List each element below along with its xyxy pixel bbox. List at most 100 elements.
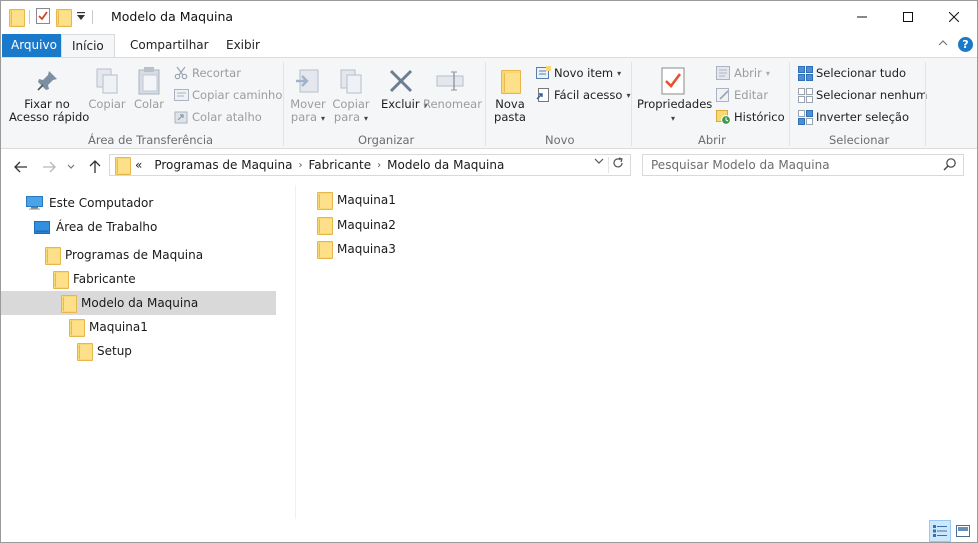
tree-item-maquina1[interactable]: Maquina1 [1, 315, 276, 339]
tab-compartilhar[interactable]: Compartilhar [120, 34, 219, 57]
file-list: Maquina1 Maquina2 Maquina3 [297, 185, 977, 519]
explorer-window: Modelo da Maquina Arquivo Início Compart… [0, 0, 978, 543]
select-all-button[interactable]: Selecionar tudo [797, 63, 906, 83]
history-label: Histórico [734, 110, 785, 124]
cut-button[interactable]: Recortar [173, 63, 241, 83]
folder-icon [9, 9, 25, 27]
move-to-icon [289, 64, 327, 98]
group-divider [283, 62, 284, 146]
maximize-button[interactable] [885, 1, 931, 33]
copy-button[interactable]: Copiar [87, 64, 127, 111]
easy-access-button[interactable]: Fácil acesso ▾ [535, 85, 630, 105]
folder-icon [317, 217, 333, 235]
collapse-ribbon-icon[interactable] [938, 37, 948, 50]
invert-selection-icon [797, 109, 813, 125]
tree-item-fabricante[interactable]: Fabricante [1, 267, 276, 291]
move-to-button[interactable]: Mover para ▾ [289, 64, 327, 125]
tree-item-label: Modelo da Maquina [81, 296, 199, 310]
tree-item-este-computador[interactable]: Este Computador [1, 191, 276, 215]
new-item-label: Novo item [554, 66, 614, 80]
folder-icon [77, 343, 93, 361]
ribbon-home: Fixar no Acesso rápido Copiar Colar Reco… [1, 57, 977, 149]
address-bar[interactable]: « Programas de Maquina › Fabricante › Mo… [109, 154, 631, 176]
tree-item-modelo-da-maquina[interactable]: Modelo da Maquina [1, 291, 276, 315]
folder-icon [61, 295, 77, 313]
file-name: Maquina2 [337, 218, 396, 232]
history-icon [715, 109, 731, 125]
tab-exibir[interactable]: Exibir [216, 34, 270, 57]
open-button[interactable]: Abrir ▾ [715, 63, 770, 83]
toolbar-divider [29, 10, 30, 24]
paste-shortcut-button[interactable]: Colar atalho [173, 107, 262, 127]
select-none-button[interactable]: Selecionar nenhum [797, 85, 927, 105]
group-divider [789, 62, 790, 146]
breadcrumb-chevron-icon[interactable]: › [377, 160, 381, 171]
paste-icon [131, 64, 167, 98]
address-dropdown-icon[interactable] [594, 157, 604, 168]
refresh-icon[interactable] [608, 157, 626, 173]
customize-toolbar-icon[interactable] [76, 10, 86, 24]
minimize-button[interactable] [839, 1, 885, 33]
copy-label: Copiar [88, 97, 126, 111]
select-all-label: Selecionar tudo [816, 66, 907, 80]
folder-icon [69, 319, 85, 337]
search-placeholder: Pesquisar Modelo da Maquina [651, 158, 830, 172]
edit-button[interactable]: Editar [715, 85, 768, 105]
folder-icon [53, 271, 69, 289]
close-button[interactable] [931, 1, 977, 33]
file-name: Maquina3 [337, 242, 396, 256]
group-label-select: Selecionar [829, 133, 890, 147]
tree-item-programas-de-maquina[interactable]: Programas de Maquina [1, 243, 276, 267]
new-folder-icon[interactable] [56, 9, 72, 27]
history-button[interactable]: Histórico [715, 107, 785, 127]
tab-inicio[interactable]: Início [61, 34, 115, 58]
navigation-pane: Este Computador Área de Trabalho Program… [1, 185, 296, 519]
new-folder-button[interactable]: Nova pasta [491, 64, 529, 124]
invert-selection-button[interactable]: Inverter seleção [797, 107, 909, 127]
breadcrumb-overflow[interactable]: « [135, 158, 142, 172]
details-view-icon[interactable] [929, 520, 951, 542]
new-item-button[interactable]: Novo item ▾ [535, 63, 621, 83]
tree-item-area-de-trabalho[interactable]: Área de Trabalho [1, 215, 276, 239]
paste-button[interactable]: Colar [131, 64, 167, 111]
group-divider [925, 62, 926, 146]
toolbar-divider [92, 10, 93, 24]
navigation-bar: « Programas de Maquina › Fabricante › Mo… [1, 149, 977, 185]
help-icon[interactable]: ? [958, 37, 973, 52]
breadcrumb-item[interactable]: Modelo da Maquina [387, 158, 504, 172]
breadcrumb-item[interactable]: Fabricante [308, 158, 371, 172]
list-item[interactable]: Maquina1 [317, 188, 396, 212]
tab-arquivo[interactable]: Arquivo [2, 34, 66, 57]
delete-button[interactable]: Excluir ▾ [381, 64, 428, 112]
paste-shortcut-icon [173, 109, 189, 125]
scissors-icon [173, 65, 189, 81]
recent-locations-chevron-icon[interactable] [61, 157, 81, 177]
up-arrow-icon[interactable] [85, 157, 105, 177]
search-input[interactable]: Pesquisar Modelo da Maquina [642, 154, 964, 176]
copy-to-button[interactable]: Copiar para ▾ [331, 64, 371, 125]
rename-label: Renomear [423, 97, 482, 111]
edit-label: Editar [734, 88, 769, 102]
large-icons-view-icon[interactable] [952, 520, 974, 542]
breadcrumb-chevron-icon[interactable]: › [298, 160, 302, 171]
back-arrow-icon[interactable] [11, 157, 31, 177]
properties-check-icon[interactable] [36, 7, 50, 27]
tree-item-setup[interactable]: Setup [1, 339, 276, 363]
status-bar [1, 519, 977, 542]
forward-arrow-icon[interactable] [39, 157, 59, 177]
search-icon[interactable] [943, 157, 957, 177]
pin-quick-access-button[interactable]: Fixar no Acesso rápido [9, 64, 89, 124]
properties-button[interactable]: Propriedades ▾ [637, 64, 712, 125]
invert-selection-label: Inverter seleção [816, 110, 909, 124]
select-none-icon [797, 87, 813, 103]
breadcrumb-item[interactable]: Programas de Maquina [154, 158, 292, 172]
list-item[interactable]: Maquina3 [317, 237, 396, 261]
list-item[interactable]: Maquina2 [317, 213, 396, 237]
window-title: Modelo da Maquina [111, 9, 234, 24]
paste-label: Colar [133, 97, 165, 111]
copy-path-button[interactable]: Copiar caminho [173, 85, 282, 105]
move-to-label-2: para ▾ [290, 110, 326, 124]
properties-icon [637, 64, 709, 98]
copy-path-icon [173, 87, 189, 103]
rename-button[interactable]: Renomear [423, 64, 482, 111]
